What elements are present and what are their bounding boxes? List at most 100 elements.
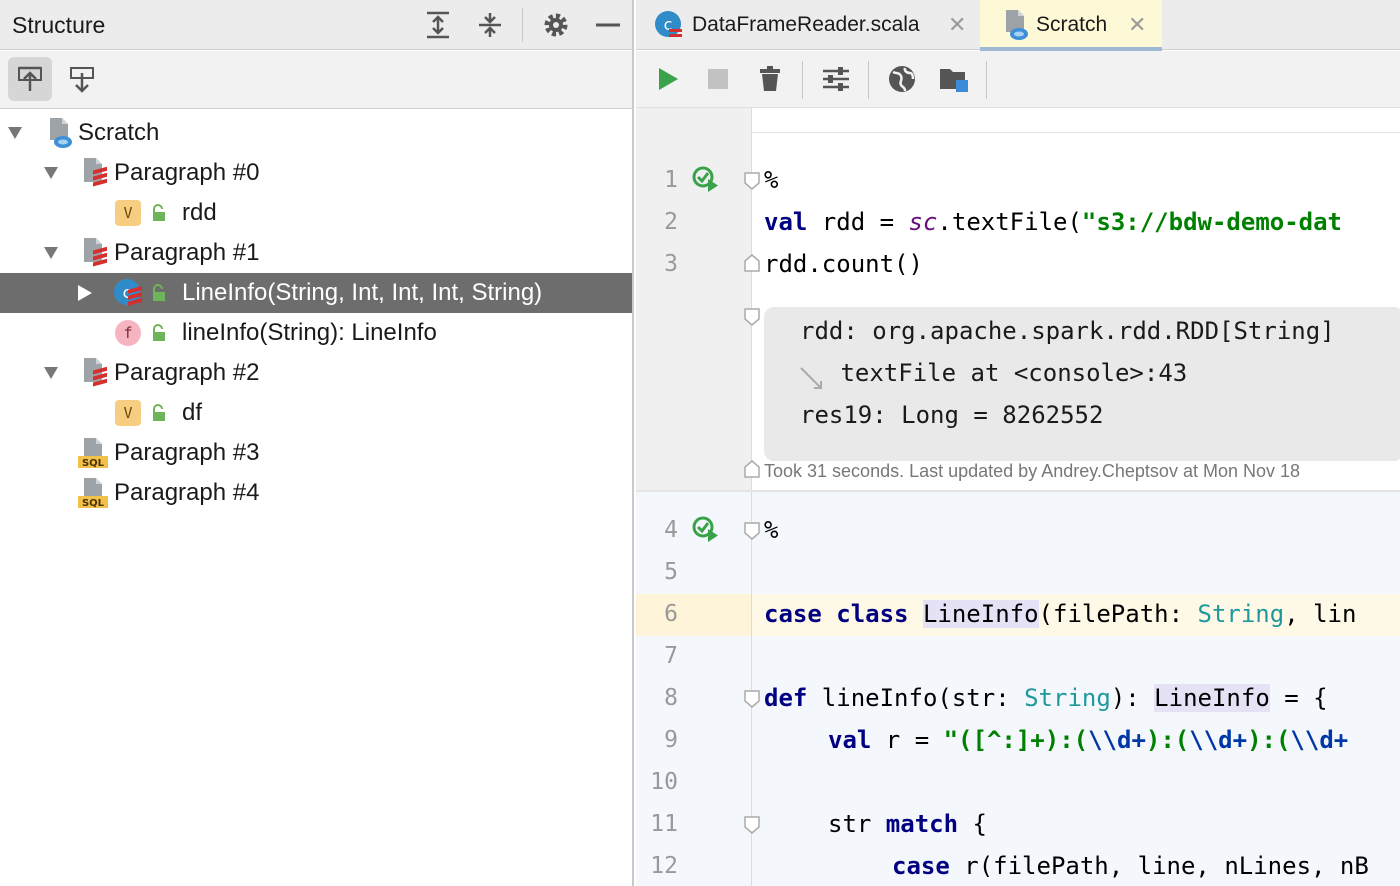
- fold-icon[interactable]: [744, 690, 760, 708]
- collapsed-arrow-icon[interactable]: [76, 284, 94, 302]
- keyword-token: def: [764, 684, 808, 712]
- editor-toolbar: [636, 51, 1400, 108]
- fold-end-icon[interactable]: [744, 254, 760, 272]
- code-token: rdd =: [807, 208, 909, 236]
- folder-icon[interactable]: [936, 61, 972, 97]
- output-line: res19: Long = 8262552: [800, 401, 1104, 429]
- structure-header: Structure: [0, 0, 632, 50]
- expand-arrow-icon[interactable]: [6, 124, 24, 142]
- tree-item-paragraph-0[interactable]: Paragraph #0: [0, 153, 632, 193]
- paragraph-separator: [752, 132, 1400, 133]
- tab-dataframereader[interactable]: c DataFrameReader.scala ✕: [636, 0, 979, 50]
- fold-icon[interactable]: [744, 522, 760, 540]
- tree-item-paragraph-2[interactable]: Paragraph #2: [0, 353, 632, 393]
- tree-item-lineinfo-function[interactable]: f lineInfo(String): LineInfo: [0, 313, 632, 353]
- keyword-token: match: [885, 810, 959, 838]
- code-line-11[interactable]: str match {: [828, 810, 987, 838]
- scratch-file-icon: [44, 116, 74, 150]
- gear-icon[interactable]: [539, 8, 573, 42]
- code-token: rdd.count(): [764, 250, 923, 278]
- tree-item-rdd[interactable]: V rdd: [0, 193, 632, 233]
- paragraph-icon: [80, 356, 110, 390]
- tree-item-paragraph-4[interactable]: SQL Paragraph #4: [0, 473, 632, 513]
- svg-text:SQL: SQL: [82, 458, 105, 469]
- tree-item-paragraph-1[interactable]: Paragraph #1: [0, 233, 632, 273]
- editor-panel: c DataFrameReader.scala ✕ Scratch ✕ 1 2 …: [636, 0, 1400, 886]
- code-token: r =: [871, 726, 944, 754]
- line-number: 4: [664, 517, 678, 543]
- unlock-icon: [153, 324, 165, 341]
- tab-label: DataFrameReader.scala: [692, 13, 920, 36]
- output-line: textFile at <console>:43: [826, 359, 1188, 387]
- code-token: .textFile(: [937, 208, 1082, 236]
- line-number: 8: [664, 685, 678, 711]
- structure-panel: Structure Scratch Paragraph #0 V rdd Par…: [0, 0, 634, 886]
- unlock-icon: [153, 404, 165, 421]
- close-icon[interactable]: ✕: [948, 12, 966, 38]
- close-icon[interactable]: ✕: [1128, 12, 1146, 38]
- settings-icon[interactable]: [818, 61, 854, 97]
- globe-icon[interactable]: [884, 61, 920, 97]
- string-token: "([^:]+):(: [943, 726, 1089, 754]
- sql-paragraph-icon: SQL: [78, 476, 108, 510]
- code-token: = {: [1269, 684, 1328, 712]
- code-line-8[interactable]: def lineInfo(str: String): LineInfo = {: [764, 684, 1328, 712]
- code-line-6[interactable]: case class LineInfo(filePath: String, li…: [764, 600, 1356, 628]
- expand-arrow-icon[interactable]: [42, 244, 60, 262]
- expand-arrow-icon[interactable]: [42, 364, 60, 382]
- case-class-icon: c: [112, 277, 142, 311]
- fold-icon[interactable]: [744, 172, 760, 190]
- stop-icon[interactable]: [700, 61, 736, 97]
- code-token: LineInfo: [1154, 684, 1270, 712]
- delete-icon[interactable]: [752, 61, 788, 97]
- sql-paragraph-icon: SQL: [78, 436, 108, 470]
- code-line-9[interactable]: val r = "([^:]+):(\\d+):(\\d+):(\\d+: [828, 726, 1348, 754]
- fold-icon[interactable]: [744, 308, 760, 326]
- keyword-token: case: [764, 600, 822, 628]
- expand-arrow-icon[interactable]: [42, 164, 60, 182]
- tab-label: Scratch: [1036, 13, 1108, 36]
- fold-icon[interactable]: [744, 816, 760, 834]
- escape-token: \\d+: [1088, 726, 1146, 754]
- code-line-1[interactable]: %: [764, 166, 778, 194]
- code-line-3[interactable]: rdd.count(): [764, 250, 923, 278]
- line-number: 11: [650, 811, 678, 837]
- run-icon[interactable]: [650, 61, 686, 97]
- navigate-from-source-icon[interactable]: [8, 57, 52, 101]
- line-number: 12: [650, 853, 678, 879]
- run-paragraph-icon[interactable]: [692, 166, 720, 194]
- code-line-12[interactable]: case r(filePath, line, nLines, nB: [892, 852, 1369, 880]
- code-token: lineInfo(str:: [807, 684, 1025, 712]
- scala-class-icon: c: [655, 11, 682, 37]
- fold-end-icon[interactable]: [744, 460, 760, 478]
- paragraph-icon: [80, 156, 110, 190]
- tree-label: rdd: [182, 199, 217, 226]
- editor-tabbar: c DataFrameReader.scala ✕ Scratch ✕: [636, 0, 1400, 51]
- tree-label: Paragraph #3: [114, 439, 260, 466]
- collapse-all-icon[interactable]: [473, 8, 507, 42]
- tree-item-paragraph-3[interactable]: SQL Paragraph #3: [0, 433, 632, 473]
- run-paragraph-icon[interactable]: [692, 516, 720, 544]
- minimize-icon[interactable]: [591, 8, 625, 42]
- code-token: LineInfo: [922, 600, 1039, 628]
- expand-all-icon[interactable]: [421, 8, 455, 42]
- code-line-2[interactable]: val rdd = sc.textFile("s3://bdw-demo-dat: [764, 208, 1342, 236]
- val-badge-icon: V: [115, 200, 141, 226]
- tree-item-df[interactable]: V df: [0, 393, 632, 433]
- tree-label: lineInfo(String): LineInfo: [182, 319, 437, 346]
- navigate-to-source-icon[interactable]: [60, 57, 104, 101]
- code-token: str: [828, 810, 886, 838]
- tree-item-scratch[interactable]: Scratch: [0, 113, 632, 153]
- unlock-icon: [153, 284, 165, 301]
- escape-token: \\d+: [1189, 726, 1248, 754]
- wrap-icon: [800, 367, 822, 389]
- tree-item-lineinfo-class[interactable]: c LineInfo(String, Int, Int, Int, String…: [0, 273, 632, 313]
- tab-scratch[interactable]: Scratch ✕: [980, 0, 1162, 51]
- code-token: r(filePath, line, nLines, nB: [949, 852, 1369, 880]
- code-line-4[interactable]: %: [764, 516, 778, 544]
- paragraph-divider: [636, 490, 1400, 492]
- header-separator: [522, 8, 523, 42]
- tree-label: Paragraph #2: [114, 359, 260, 386]
- type-token: String: [1197, 600, 1285, 628]
- tree-label: LineInfo(String, Int, Int, Int, String): [182, 279, 543, 306]
